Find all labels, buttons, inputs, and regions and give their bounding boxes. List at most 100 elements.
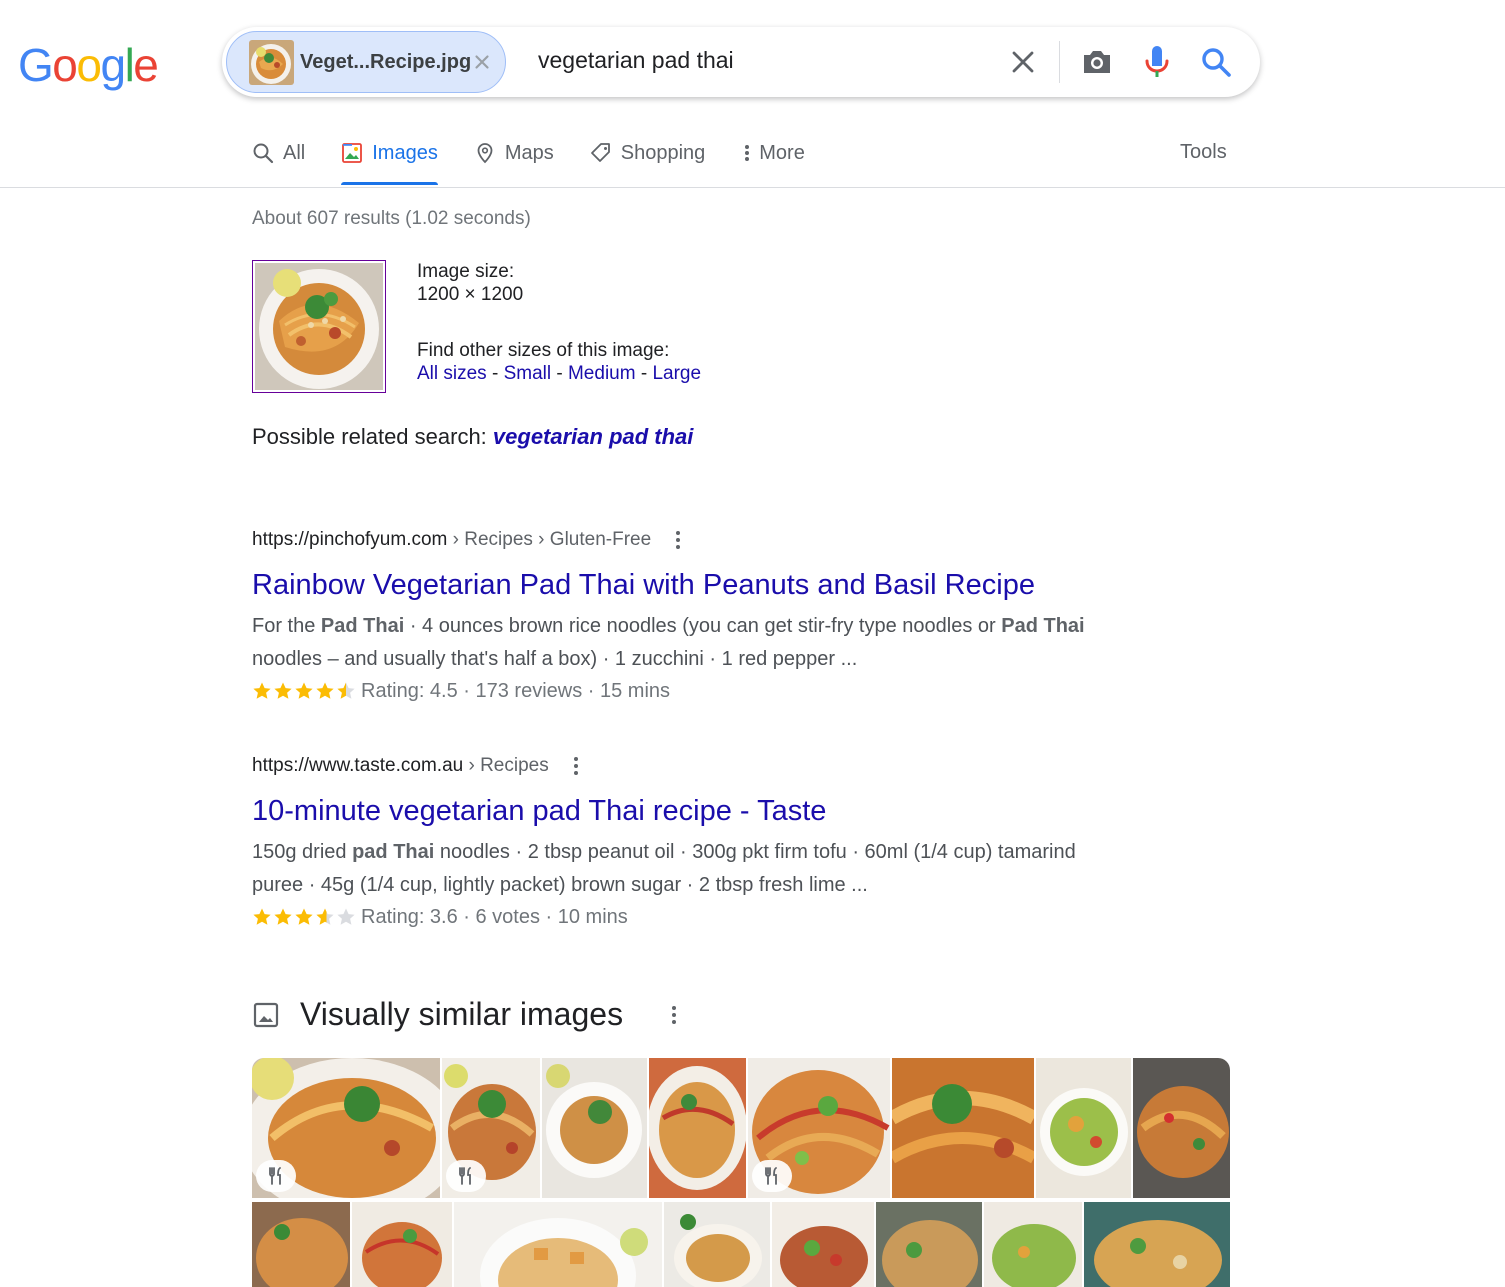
related-search-link[interactable]: vegetarian pad thai <box>493 424 694 449</box>
result-url[interactable]: https://www.taste.com.au › Recipes <box>252 754 1152 778</box>
similar-image[interactable] <box>892 1058 1034 1198</box>
similar-image[interactable] <box>748 1058 890 1198</box>
related-search-label: Possible related search: <box>252 424 493 449</box>
tab-label: Images <box>372 141 438 164</box>
similar-image[interactable] <box>442 1058 540 1198</box>
search-input[interactable]: vegetarian pad thai <box>538 47 734 74</box>
star-icon <box>337 908 355 925</box>
image-size-value: 1200 × 1200 <box>417 284 524 305</box>
more-vert-icon[interactable] <box>667 1003 681 1027</box>
tab-images[interactable]: Images <box>341 138 438 185</box>
image-icon <box>252 1001 280 1029</box>
tab-more[interactable]: More <box>741 138 805 168</box>
separator: - <box>551 363 568 384</box>
size-link-small[interactable]: Small <box>504 363 552 384</box>
star-icon <box>316 682 334 699</box>
similar-image[interactable] <box>1133 1058 1230 1198</box>
map-pin-icon <box>474 142 496 164</box>
similar-images-grid <box>252 1058 1230 1287</box>
snippet-text: noodles · 2 tbsp peanut oil · 300g pkt f… <box>434 841 1076 863</box>
image-query-filename: Veget...Recipe.jpg <box>300 50 472 73</box>
tab-label: More <box>759 141 805 164</box>
more-vert-icon[interactable] <box>569 755 583 777</box>
search-icon[interactable] <box>1199 45 1233 79</box>
rating-text: Rating: 4.5 · 173 reviews · 15 mins <box>361 679 671 702</box>
size-link-medium[interactable]: Medium <box>568 363 636 384</box>
star-icon <box>274 682 292 699</box>
result-rating: Rating: 4.5 · 173 reviews · 15 mins <box>252 676 1152 706</box>
header-divider <box>0 187 1505 188</box>
camera-icon[interactable] <box>1080 45 1114 79</box>
similar-image[interactable] <box>1084 1202 1230 1287</box>
google-logo[interactable]: Google <box>18 38 159 92</box>
logo-letter: o <box>76 39 102 91</box>
rating-stars <box>252 681 357 701</box>
clear-search-icon[interactable] <box>1008 47 1038 77</box>
tab-label: All <box>283 141 306 164</box>
result-breadcrumb: › Recipes <box>463 755 549 776</box>
tab-maps[interactable]: Maps <box>474 138 554 168</box>
result-url[interactable]: https://pinchofyum.com › Recipes › Glute… <box>252 528 1152 552</box>
result-snippet: 150g dried pad Thai noodles · 2 tbsp pea… <box>252 836 1152 902</box>
related-search: Possible related search: vegetarian pad … <box>252 424 693 450</box>
star-icon <box>253 908 271 925</box>
similar-image[interactable] <box>252 1058 440 1198</box>
image-info: Image size: 1200 × 1200 Find other sizes… <box>417 260 701 385</box>
logo-letter: e <box>133 39 159 91</box>
logo-letter: g <box>100 39 126 91</box>
result-stats: About 607 results (1.02 seconds) <box>252 208 531 229</box>
search-tabs: All Images Maps Shopping More <box>252 138 841 188</box>
separator: - <box>486 363 504 384</box>
logo-letter: G <box>18 39 54 91</box>
logo-letter: l <box>124 39 135 91</box>
snippet-bold: pad Thai <box>352 841 435 863</box>
snippet-text: · 4 ounces brown rice noodles (you can g… <box>404 615 1002 637</box>
visually-similar-title: Visually similar images <box>300 996 624 1032</box>
more-vert-icon[interactable] <box>671 529 685 551</box>
search-result: https://www.taste.com.au › Recipes 10-mi… <box>252 754 1152 932</box>
snippet-text: puree · 45g (1/4 cup, lightly packet) br… <box>252 874 868 896</box>
star-icon <box>253 682 271 699</box>
tag-icon <box>590 142 612 164</box>
search-result: https://pinchofyum.com › Recipes › Glute… <box>252 528 1152 706</box>
query-image-preview[interactable] <box>252 260 386 393</box>
rating-text: Rating: 3.6 · 6 votes · 10 mins <box>361 905 628 928</box>
rating-stars <box>252 907 357 927</box>
tab-all[interactable]: All <box>252 138 305 168</box>
similar-image[interactable] <box>664 1202 770 1287</box>
similar-image[interactable] <box>352 1202 452 1287</box>
image-size-label: Image size: <box>417 261 515 282</box>
other-sizes-label: Find other sizes of this image: <box>417 340 670 361</box>
result-breadcrumb: › Recipes › Gluten-Free <box>447 529 652 550</box>
microphone-icon[interactable] <box>1141 43 1173 81</box>
similar-image[interactable] <box>542 1058 647 1198</box>
divider <box>1059 41 1060 83</box>
recipe-badge <box>446 1160 486 1192</box>
image-query-chip[interactable]: Veget...Recipe.jpg <box>226 31 506 93</box>
search-bar[interactable]: Veget...Recipe.jpg vegetarian pad thai <box>222 27 1260 97</box>
similar-image[interactable] <box>772 1202 874 1287</box>
similar-image[interactable] <box>649 1058 746 1198</box>
result-snippet: For the Pad Thai · 4 ounces brown rice n… <box>252 610 1152 676</box>
star-icon <box>295 908 313 925</box>
recipe-badge <box>752 1160 792 1192</box>
result-title[interactable]: Rainbow Vegetarian Pad Thai with Peanuts… <box>252 568 1152 602</box>
snippet-bold: Pad Thai <box>320 615 405 637</box>
similar-image[interactable] <box>984 1202 1082 1287</box>
size-link-large[interactable]: Large <box>652 363 701 384</box>
restaurant-icon <box>459 1167 471 1185</box>
size-link-all[interactable]: All sizes <box>417 363 487 384</box>
search-icon <box>252 142 274 164</box>
similar-image[interactable] <box>454 1202 662 1287</box>
tab-shopping[interactable]: Shopping <box>590 138 705 168</box>
snippet-bold: Pad Thai <box>1001 615 1085 637</box>
result-title[interactable]: 10-minute vegetarian pad Thai recipe - T… <box>252 794 1152 828</box>
result-rating: Rating: 3.6 · 6 votes · 10 mins <box>252 902 1152 932</box>
similar-image[interactable] <box>1036 1058 1131 1198</box>
similar-image[interactable] <box>252 1202 350 1287</box>
similar-image[interactable] <box>876 1202 982 1287</box>
remove-image-icon[interactable] <box>471 51 493 73</box>
snippet-text: For the <box>252 615 321 637</box>
restaurant-icon <box>269 1167 281 1185</box>
tools-button[interactable]: Tools <box>1180 141 1227 164</box>
